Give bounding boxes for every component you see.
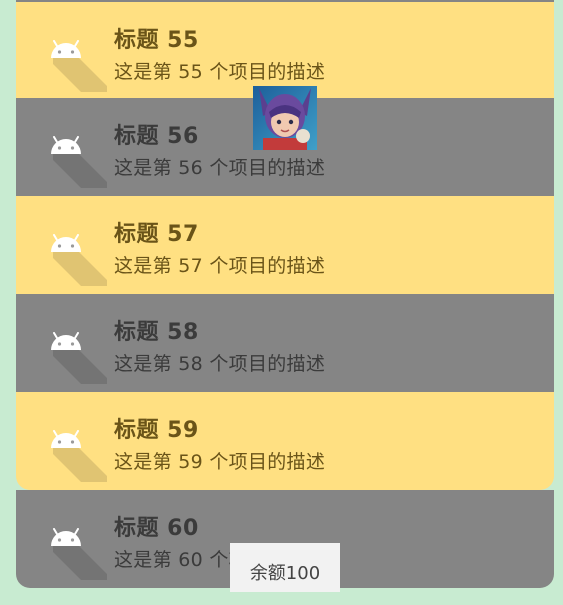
item-description: 这是第 59 个项目的描述 [114, 451, 326, 473]
list-item[interactable]: 标题 59 这是第 59 个项目的描述 [16, 392, 554, 490]
item-description: 这是第 58 个项目的描述 [114, 353, 326, 375]
item-title: 标题 56 [114, 124, 199, 149]
item-description: 这是第 55 个项目的描述 [114, 61, 326, 83]
android-icon [51, 40, 107, 92]
item-title: 标题 59 [114, 418, 199, 443]
item-description: 这是第 56 个项目的描述 [114, 157, 326, 179]
list-item[interactable]: 标题 55 这是第 55 个项目的描述 [16, 0, 554, 98]
item-title: 标题 58 [114, 320, 199, 345]
android-icon [51, 332, 107, 384]
item-title: 标题 57 [114, 222, 199, 247]
item-title: 标题 60 [114, 516, 199, 541]
android-icon [51, 136, 107, 188]
balance-toast: 余额100 [230, 543, 340, 592]
item-description: 这是第 57 个项目的描述 [114, 255, 326, 277]
list-item[interactable]: 标题 58 这是第 58 个项目的描述 [16, 294, 554, 392]
android-icon [51, 528, 107, 580]
android-icon [51, 234, 107, 286]
item-title: 标题 55 [114, 28, 199, 53]
android-icon [51, 430, 107, 482]
avatar-image[interactable] [253, 86, 317, 150]
list-item[interactable]: 标题 57 这是第 57 个项目的描述 [16, 196, 554, 294]
